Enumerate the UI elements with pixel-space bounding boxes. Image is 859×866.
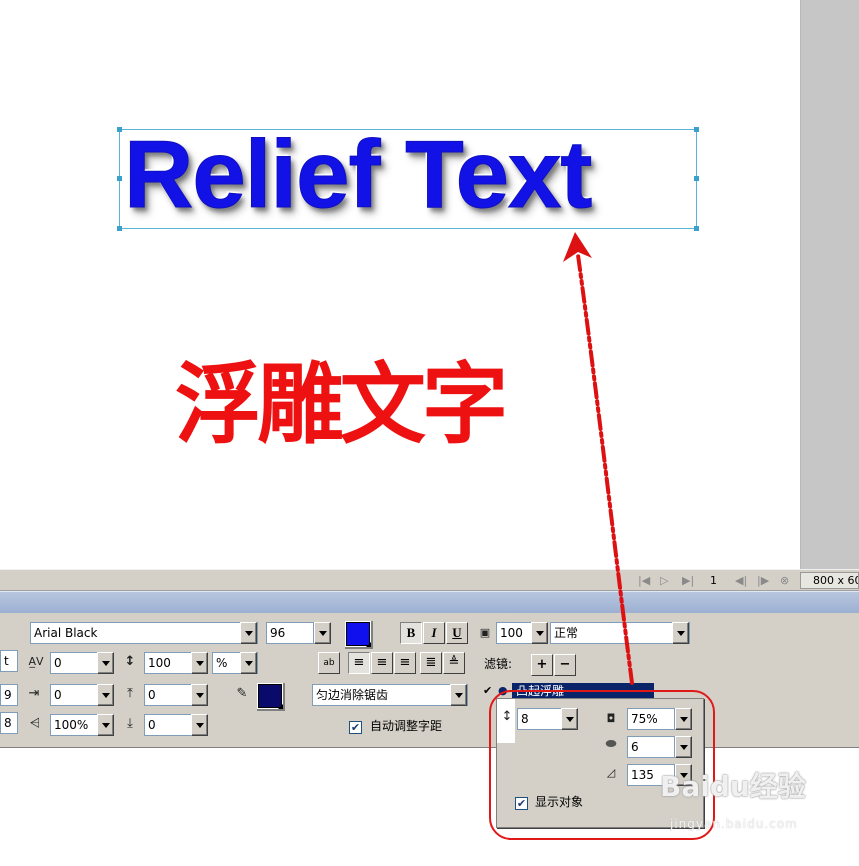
first-frame-icon[interactable]: |◀ bbox=[638, 574, 650, 587]
opacity-dropdown-button[interactable] bbox=[531, 622, 548, 644]
last-frame-icon[interactable]: ▶| bbox=[682, 574, 694, 587]
current-frame-number: 1 bbox=[710, 574, 717, 587]
auto-kern-checkbox[interactable]: ✔ bbox=[349, 721, 362, 734]
remove-filter-button[interactable]: − bbox=[554, 654, 576, 676]
leading-unit-dropdown-button[interactable] bbox=[240, 652, 257, 674]
play-icon[interactable]: ▷ bbox=[660, 574, 668, 587]
pencil-icon: ✎ bbox=[236, 686, 248, 701]
filters-label: 滤镜: bbox=[484, 657, 513, 671]
indent-icon: ⇥ bbox=[28, 686, 40, 701]
stop-icon[interactable]: ⊗ bbox=[780, 574, 789, 587]
workspace-below-panel bbox=[0, 748, 859, 866]
blend-mode-select[interactable]: 正常 bbox=[550, 622, 690, 644]
anti-alias-select[interactable]: 匀边消除锯齿 bbox=[312, 684, 468, 706]
text-direction-button[interactable]: ab bbox=[318, 652, 340, 674]
kerning-dropdown-button[interactable] bbox=[97, 652, 114, 674]
indent-dropdown-button[interactable] bbox=[97, 684, 114, 706]
italic-button[interactable]: I bbox=[423, 622, 445, 644]
selection-handle-bottom-left[interactable] bbox=[117, 226, 122, 231]
stretch-button[interactable]: ≜ bbox=[443, 652, 465, 674]
horizontal-scale-dropdown-button[interactable] bbox=[97, 714, 114, 736]
auto-kern-label: 自动调整字距 bbox=[370, 719, 443, 733]
font-size-input[interactable]: 96 bbox=[266, 622, 314, 644]
canvas-pasteboard bbox=[800, 0, 859, 570]
selection-handle-middle-right[interactable] bbox=[694, 176, 699, 181]
filter-enabled-check[interactable]: ✔ bbox=[483, 683, 492, 699]
leading-dropdown-button[interactable] bbox=[191, 652, 208, 674]
font-size-dropdown-button[interactable] bbox=[314, 622, 331, 644]
partial-field-3[interactable]: 8 bbox=[0, 712, 18, 734]
kerning-icon: A̲V bbox=[28, 655, 44, 668]
align-left-button[interactable]: ≡ bbox=[348, 652, 370, 674]
document-canvas[interactable] bbox=[0, 0, 800, 570]
leading-icon: ↕ bbox=[124, 654, 136, 669]
horizontal-scale-input[interactable]: 100% bbox=[50, 714, 98, 736]
leading-input[interactable]: 100 bbox=[144, 652, 192, 674]
space-after-icon: ⤓ bbox=[127, 716, 133, 731]
opacity-input[interactable]: 100 bbox=[496, 622, 532, 644]
font-family-select[interactable]: Arial Black bbox=[30, 622, 258, 644]
space-after-input[interactable]: 0 bbox=[144, 714, 192, 736]
partial-field-1[interactable]: t bbox=[0, 650, 18, 672]
underline-button[interactable]: U bbox=[446, 622, 468, 644]
selection-handle-bottom-right[interactable] bbox=[694, 226, 699, 231]
add-filter-button[interactable]: + bbox=[531, 654, 553, 676]
blend-mode-dropdown-button[interactable] bbox=[672, 622, 689, 644]
next-frame-icon[interactable]: |▶ bbox=[757, 574, 769, 587]
space-before-input[interactable]: 0 bbox=[144, 684, 192, 706]
indent-input[interactable]: 0 bbox=[50, 684, 98, 706]
bold-button[interactable]: B bbox=[400, 622, 422, 644]
partial-field-2[interactable]: 9 bbox=[0, 684, 18, 706]
space-after-dropdown-button[interactable] bbox=[191, 714, 208, 736]
horizontal-scale-icon: ⩤ bbox=[29, 716, 41, 731]
fill-color-swatch[interactable] bbox=[258, 684, 283, 709]
selection-handle-top-right[interactable] bbox=[694, 127, 699, 132]
fireworks-window: Relief Text 浮雕文字 |◀ ▷ ▶| 1 ◀| |▶ ⊗ 800 x… bbox=[0, 0, 859, 866]
align-center-button[interactable]: ≡ bbox=[371, 652, 393, 674]
align-right-button[interactable]: ≡ bbox=[394, 652, 416, 674]
properties-panel-titlebar[interactable] bbox=[0, 591, 859, 613]
kerning-input[interactable]: 0 bbox=[50, 652, 98, 674]
justify-button[interactable]: ≣ bbox=[420, 652, 442, 674]
text-selection-box[interactable] bbox=[119, 129, 697, 229]
canvas-size-readout[interactable]: 800 x 600 bbox=[800, 572, 859, 589]
popup-highlight-annotation bbox=[489, 690, 715, 840]
previous-frame-icon[interactable]: ◀| bbox=[735, 574, 747, 587]
space-before-dropdown-button[interactable] bbox=[191, 684, 208, 706]
font-family-dropdown-button[interactable] bbox=[240, 622, 257, 644]
document-status-bar: |◀ ▷ ▶| 1 ◀| |▶ ⊗ 800 x 600 bbox=[0, 569, 859, 591]
selection-handle-top-left[interactable] bbox=[117, 127, 122, 132]
anti-alias-dropdown-button[interactable] bbox=[450, 684, 467, 706]
caption-text: 浮雕文字 bbox=[175, 353, 508, 456]
opacity-icon: ▣ bbox=[479, 626, 491, 639]
space-before-icon: ⤒ bbox=[127, 686, 133, 701]
selection-handle-middle-left[interactable] bbox=[117, 176, 122, 181]
text-color-swatch[interactable] bbox=[346, 622, 371, 647]
